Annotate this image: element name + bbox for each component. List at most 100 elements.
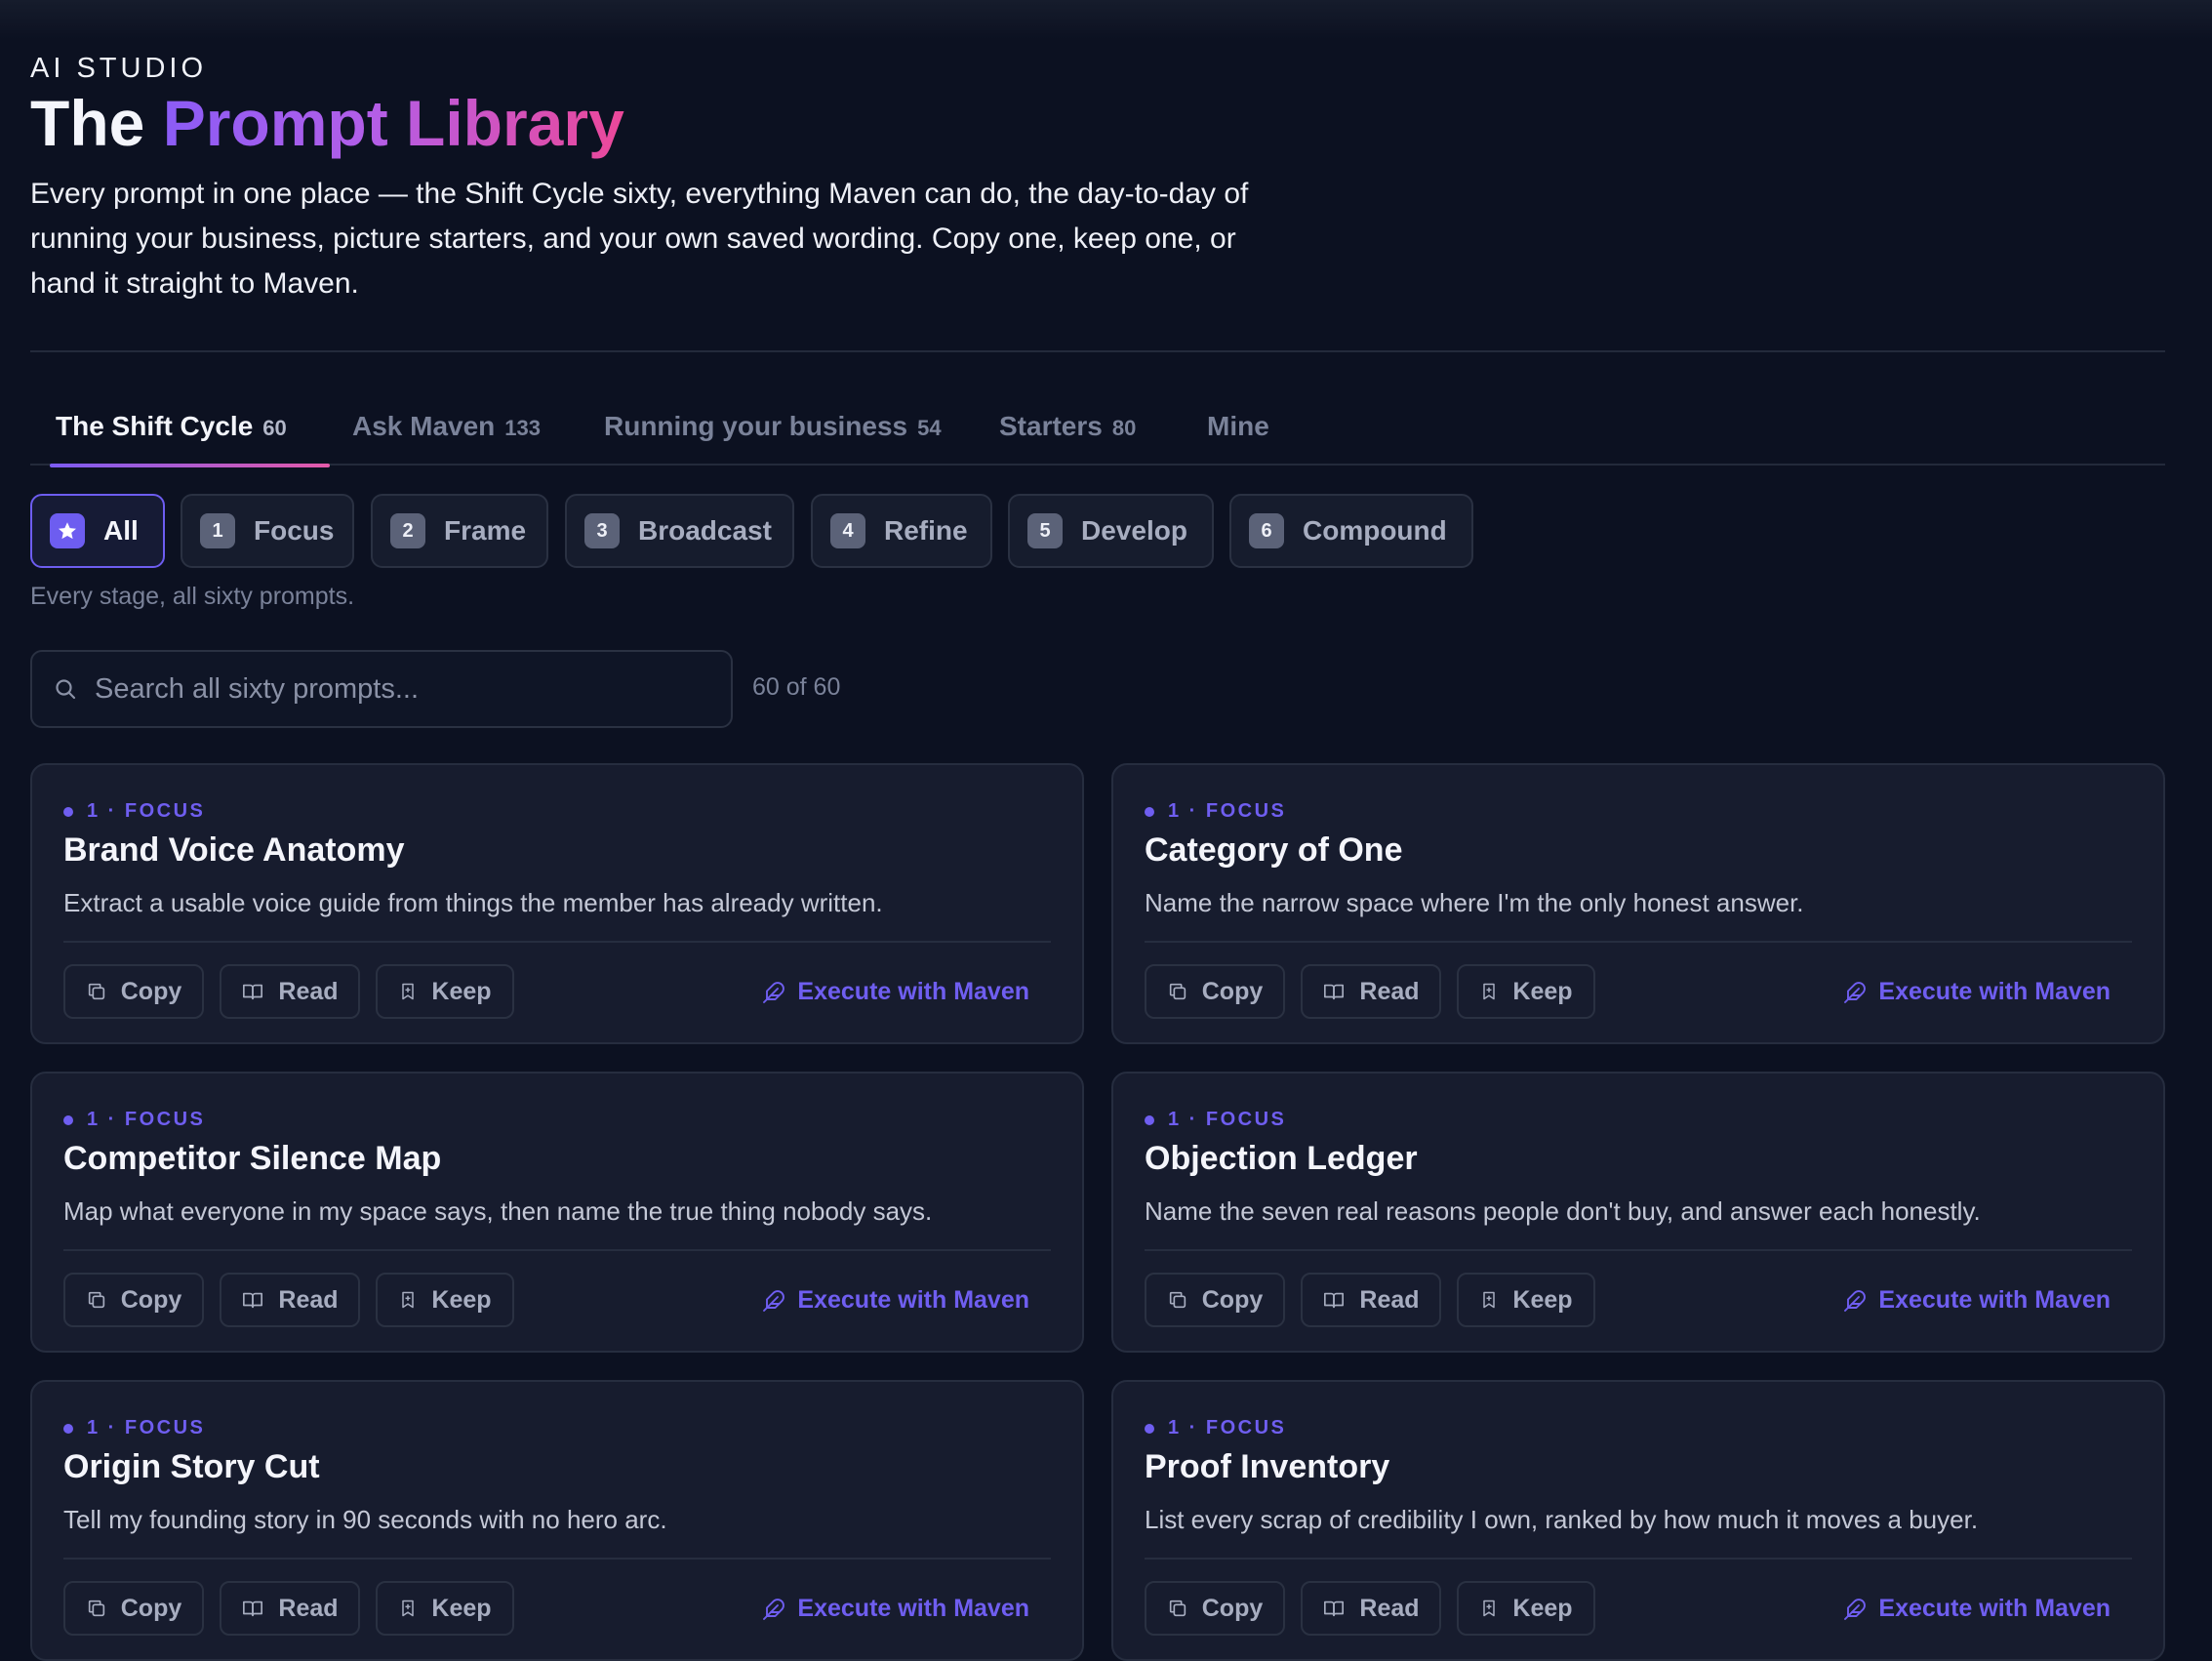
tab-mine[interactable]: Mine [1207, 395, 1269, 466]
read-button[interactable]: Read [220, 1273, 360, 1327]
card-actions: Copy Read Keep Execute with Maven [1145, 1273, 2132, 1327]
bookmark-icon [402, 1291, 415, 1309]
chip-frame[interactable]: 2 Frame [371, 494, 548, 568]
keep-button[interactable]: Keep [1457, 964, 1595, 1019]
feather-icon [763, 1598, 785, 1620]
chip-develop[interactable]: 5 Develop [1008, 494, 1214, 568]
chip-label: Frame [444, 515, 527, 546]
keep-button[interactable]: Keep [376, 964, 514, 1019]
prompt-card: 1 · FOCUS Competitor Silence Map Map wha… [30, 1072, 1084, 1353]
tab-running-your-business[interactable]: Running your business 54 [604, 395, 942, 466]
card-stage-label: 1 · FOCUS [1145, 800, 1286, 823]
copy-button[interactable]: Copy [63, 1581, 204, 1636]
book-icon [243, 984, 263, 1000]
copy-label: Copy [1201, 1594, 1264, 1622]
execute-with-maven-button[interactable]: Execute with Maven [762, 1595, 1029, 1623]
copy-label: Copy [1201, 977, 1264, 1005]
chip-focus[interactable]: 1 Focus [181, 494, 354, 568]
tab-starters[interactable]: Starters 80 [999, 395, 1136, 466]
chip-label: Develop [1081, 515, 1187, 546]
keep-button[interactable]: Keep [376, 1581, 514, 1636]
card-title: Brand Voice Anatomy [63, 831, 405, 869]
feather-icon [763, 981, 785, 1003]
card-actions: Copy Read Keep Execute with Maven [1145, 1581, 2132, 1636]
copy-label: Copy [120, 977, 182, 1005]
execute-with-maven-button[interactable]: Execute with Maven [1843, 1286, 2111, 1315]
page-title-plain: The [30, 87, 145, 159]
bookmark-icon [1483, 983, 1496, 1000]
card-title: Category of One [1145, 831, 1403, 869]
card-stage-text: 1 · FOCUS [87, 800, 206, 822]
copy-label: Copy [120, 1285, 182, 1314]
stage-description: Every stage, all sixty prompts. [30, 583, 355, 610]
execute-with-maven-button[interactable]: Execute with Maven [1843, 1595, 2111, 1623]
chip-number: 3 [584, 513, 620, 548]
card-divider [63, 1249, 1051, 1251]
card-stage-label: 1 · FOCUS [1145, 1109, 1286, 1131]
read-label: Read [1359, 1285, 1420, 1314]
copy-button[interactable]: Copy [1145, 1581, 1285, 1636]
execute-with-maven-button[interactable]: Execute with Maven [762, 1286, 1029, 1315]
card-actions: Copy Read Keep Execute with Maven [63, 964, 1051, 1019]
read-label: Read [1359, 1594, 1420, 1622]
execute-with-maven-button[interactable]: Execute with Maven [762, 978, 1029, 1006]
page-title-accent: Prompt Library [162, 87, 624, 159]
chip-label: Compound [1303, 515, 1447, 546]
card-stage-text: 1 · FOCUS [87, 1417, 206, 1438]
read-label: Read [278, 1285, 339, 1314]
copy-label: Copy [120, 1594, 182, 1622]
chip-refine[interactable]: 4 Refine [811, 494, 992, 568]
copy-button[interactable]: Copy [1145, 1273, 1285, 1327]
card-title: Competitor Silence Map [63, 1140, 442, 1177]
feather-icon [763, 1289, 785, 1312]
prompt-library-page: AI STUDIO The Prompt Library Every promp… [30, 0, 2165, 1661]
card-divider [1145, 1558, 2132, 1560]
keep-label: Keep [1512, 1285, 1573, 1314]
read-button[interactable]: Read [220, 964, 360, 1019]
read-button[interactable]: Read [220, 1581, 360, 1636]
execute-label: Execute with Maven [1878, 1595, 2111, 1622]
tab-ask-maven[interactable]: Ask Maven 133 [352, 395, 541, 466]
execute-with-maven-button[interactable]: Execute with Maven [1843, 978, 2111, 1006]
card-stage-text: 1 · FOCUS [87, 1109, 206, 1130]
section-eyebrow: AI STUDIO [30, 53, 208, 84]
book-icon [1324, 1292, 1345, 1309]
card-actions: Copy Read Keep Execute with Maven [63, 1581, 1051, 1636]
card-stage-label: 1 · FOCUS [1145, 1417, 1286, 1439]
keep-button[interactable]: Keep [1457, 1273, 1595, 1327]
copy-icon [88, 983, 104, 1000]
read-button[interactable]: Read [1301, 1581, 1441, 1636]
keep-label: Keep [1512, 1594, 1573, 1622]
card-stage-text: 1 · FOCUS [1168, 1109, 1287, 1130]
chip-all[interactable]: All [30, 494, 165, 568]
read-button[interactable]: Read [1301, 964, 1441, 1019]
chip-compound[interactable]: 6 Compound [1229, 494, 1473, 568]
keep-button[interactable]: Keep [376, 1273, 514, 1327]
prompt-card: 1 · FOCUS Brand Voice Anatomy Extract a … [30, 763, 1084, 1044]
search-input[interactable] [95, 672, 700, 706]
card-divider [1145, 941, 2132, 943]
tab-count: 80 [1111, 416, 1137, 440]
chip-broadcast[interactable]: 3 Broadcast [565, 494, 794, 568]
copy-button[interactable]: Copy [63, 1273, 204, 1327]
tab-label: The Shift Cycle [56, 411, 254, 441]
copy-button[interactable]: Copy [1145, 964, 1285, 1019]
card-title: Origin Story Cut [63, 1448, 320, 1485]
read-button[interactable]: Read [1301, 1273, 1441, 1327]
copy-icon [1169, 1600, 1186, 1617]
execute-label: Execute with Maven [797, 1286, 1029, 1314]
keep-button[interactable]: Keep [1457, 1581, 1595, 1636]
prompt-card: 1 · FOCUS Proof Inventory List every scr… [1111, 1380, 2165, 1661]
read-label: Read [278, 977, 339, 1005]
tab-count: 54 [917, 416, 942, 440]
tab-label: Running your business [604, 411, 908, 441]
card-description: Extract a usable voice guide from things… [63, 888, 883, 917]
copy-button[interactable]: Copy [63, 964, 204, 1019]
copy-icon [88, 1291, 104, 1309]
card-stage-text: 1 · FOCUS [1168, 1417, 1287, 1438]
bookmark-icon [1483, 1291, 1496, 1309]
execute-label: Execute with Maven [1878, 1286, 2111, 1314]
prompt-card: 1 · FOCUS Category of One Name the narro… [1111, 763, 2165, 1044]
card-description: Tell my founding story in 90 seconds wit… [63, 1505, 667, 1534]
tab-shift-cycle[interactable]: The Shift Cycle 60 [50, 395, 330, 467]
